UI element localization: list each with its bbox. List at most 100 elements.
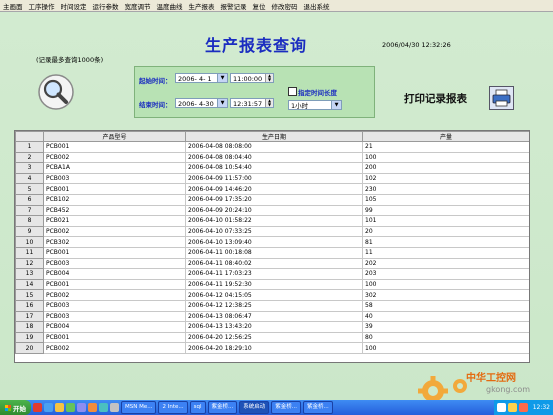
table-row[interactable]: 18 PCB004 2006-04-13 13:43:20 39	[15, 321, 529, 333]
menu-item[interactable]: 报警记录	[218, 1, 250, 11]
quantity-cell: 58	[362, 299, 529, 312]
quicklaunch-icon[interactable]	[77, 403, 86, 412]
menu-item[interactable]: 运行参数	[90, 1, 122, 11]
table-row[interactable]: 11 PCB001 2006-04-11 00:18:08 11	[15, 246, 529, 259]
table-row[interactable]: 20 PCB002 2006-04-20 18:29:10 100	[15, 342, 529, 354]
menu-item[interactable]: 温度曲线	[154, 1, 186, 11]
table-row[interactable]: 14 PCB001 2006-04-11 19:52:30 100	[15, 278, 529, 291]
quantity-cell: 105	[362, 193, 529, 206]
start-time-label: 起始时间：	[139, 77, 172, 85]
system-tray: 12:32	[493, 400, 553, 415]
quicklaunch-icon[interactable]	[110, 403, 119, 412]
taskbar-item[interactable]: 2 Inte...	[158, 401, 188, 414]
menu-item[interactable]: 主画面	[0, 1, 26, 11]
menu-item[interactable]: 宽度调节	[122, 1, 154, 11]
table-row[interactable]: 5 PCB001 2006-04-09 14:46:20 230	[15, 183, 529, 195]
table-row[interactable]: 6 PCB102 2006-04-09 17:35:20 105	[15, 193, 529, 206]
quicklaunch-icon[interactable]	[33, 403, 42, 412]
row-index-cell: 9	[15, 225, 44, 238]
duration-select[interactable]: 1小时 ▼	[288, 100, 342, 110]
printer-icon[interactable]	[489, 86, 514, 110]
current-datetime: 2006/04/30 12:32:26	[382, 41, 451, 49]
model-cell: PCB102	[43, 193, 186, 206]
table-row[interactable]: 12 PCB003 2006-04-11 08:40:02 202	[15, 257, 529, 270]
table-row[interactable]: 17 PCB003 2006-04-13 08:06:47 40	[15, 310, 529, 323]
menu-item[interactable]: 时间设定	[58, 1, 90, 11]
table-row[interactable]: 9 PCB002 2006-04-10 07:33:25 20	[15, 225, 529, 238]
date-cell: 2006-04-10 07:33:25	[185, 225, 363, 238]
table-row[interactable]: 19 PCB001 2006-04-20 12:56:25 80	[15, 331, 529, 344]
table-row[interactable]: 4 PCB003 2006-04-09 11:57:00 102	[15, 172, 529, 185]
table-row[interactable]: 1 PCB001 2006-04-08 08:08:00 21	[15, 141, 529, 153]
tray-icon[interactable]	[518, 403, 528, 412]
column-header-index	[15, 131, 44, 142]
taskbar-item[interactable]: sql	[189, 401, 206, 414]
model-cell: PCB001	[43, 183, 186, 195]
table-row[interactable]: 10 PCB302 2006-04-10 13:09:40 81	[15, 236, 529, 248]
start-time-input[interactable]: 11:00:00 ▲ ▼	[230, 73, 274, 83]
taskbar-item[interactable]: 系统启动	[239, 401, 270, 414]
menu-item[interactable]: 工序操作	[26, 1, 58, 11]
taskbar-item[interactable]: 紫金桥...	[303, 401, 333, 414]
table-row[interactable]: 13 PCB004 2006-04-11 17:03:23 203	[15, 268, 529, 280]
print-report-label: 打印记录报表	[404, 93, 467, 105]
spinner-icon[interactable]: ▲ ▼	[265, 99, 273, 107]
date-cell: 2006-04-12 12:38:25	[185, 299, 363, 312]
row-index-cell: 8	[15, 215, 44, 227]
table-row[interactable]: 15 PCB002 2006-04-12 04:15:05 302	[15, 289, 529, 301]
quicklaunch-icon[interactable]	[66, 403, 75, 412]
date-cell: 2006-04-20 12:56:25	[185, 331, 363, 344]
date-cell: 2006-04-09 11:57:00	[185, 172, 363, 185]
menu-item[interactable]: 退出系统	[301, 1, 333, 11]
end-time-input[interactable]: 12:31:57 ▲ ▼	[230, 98, 274, 108]
chevron-down-icon[interactable]: ▼	[217, 74, 227, 82]
row-index-cell: 5	[15, 183, 44, 195]
row-index-cell: 18	[15, 321, 44, 333]
date-cell: 2006-04-10 13:09:40	[185, 236, 363, 248]
menu-item[interactable]: 复位	[250, 1, 269, 11]
quicklaunch-icon[interactable]	[99, 403, 108, 412]
date-cell: 2006-04-08 10:54:40	[185, 162, 363, 174]
quantity-cell: 230	[362, 183, 529, 195]
quicklaunch-icon[interactable]	[55, 403, 64, 412]
model-cell: PCB001	[43, 331, 186, 344]
start-date-select[interactable]: 2006- 4- 1 ▼	[175, 73, 228, 83]
table-row[interactable]: 2 PCB002 2006-04-08 08:04:40 100	[15, 151, 529, 164]
date-cell: 2006-04-13 13:43:20	[185, 321, 363, 333]
menu-item[interactable]: 修改密码	[269, 1, 301, 11]
table-row[interactable]: 16 PCB003 2006-04-12 12:38:25 58	[15, 299, 529, 312]
quantity-cell: 102	[362, 172, 529, 185]
taskbar-item[interactable]: 紫金桥...	[207, 401, 238, 414]
menu-item[interactable]: 生产报表	[186, 1, 218, 11]
fixed-duration-checkbox[interactable]	[288, 87, 297, 96]
taskbar-item[interactable]: 紫金桥...	[271, 401, 302, 414]
end-date-select[interactable]: 2006- 4-30 ▼	[175, 98, 228, 108]
quicklaunch-icon[interactable]	[44, 403, 53, 412]
duration-value: 1小时	[291, 102, 309, 110]
taskbar-item[interactable]: MSN Me...	[121, 401, 157, 414]
quicklaunch-icon[interactable]	[88, 403, 97, 412]
quantity-cell: 11	[362, 246, 529, 259]
spinner-icon[interactable]: ▲ ▼	[265, 74, 273, 82]
time-filter-panel: 起始时间： 2006- 4- 1 ▼ 11:00:00 ▲ ▼ 结束时间： 200…	[134, 66, 375, 118]
end-time-label: 结束时间：	[139, 101, 172, 109]
column-header-model: 产品型号	[43, 131, 186, 142]
quantity-cell: 101	[362, 215, 529, 227]
tray-icon[interactable]	[496, 403, 506, 412]
start-button[interactable]: 开始	[0, 400, 31, 415]
model-cell: PCB003	[43, 172, 186, 185]
chevron-down-icon[interactable]: ▼	[217, 99, 227, 107]
chevron-down-icon[interactable]: ▼	[331, 101, 341, 109]
table-row[interactable]: 8 PCB021 2006-04-10 01:58:22 101	[15, 215, 529, 227]
row-index-cell: 12	[15, 257, 44, 270]
table-row[interactable]: 7 PCB452 2006-04-09 20:24:10 99	[15, 204, 529, 217]
date-cell: 2006-04-08 08:04:40	[185, 151, 363, 164]
page-title: 生产报表查询	[205, 36, 308, 55]
date-cell: 2006-04-11 00:18:08	[185, 246, 363, 259]
table-row[interactable]: 3 PCBA1A 2006-04-08 10:54:40 200	[15, 162, 529, 174]
query-search-icon[interactable]	[38, 74, 74, 110]
row-index-cell: 13	[15, 268, 44, 280]
tray-icon[interactable]	[507, 403, 517, 412]
model-cell: PCB003	[43, 257, 186, 270]
model-cell: PCB452	[43, 204, 186, 217]
